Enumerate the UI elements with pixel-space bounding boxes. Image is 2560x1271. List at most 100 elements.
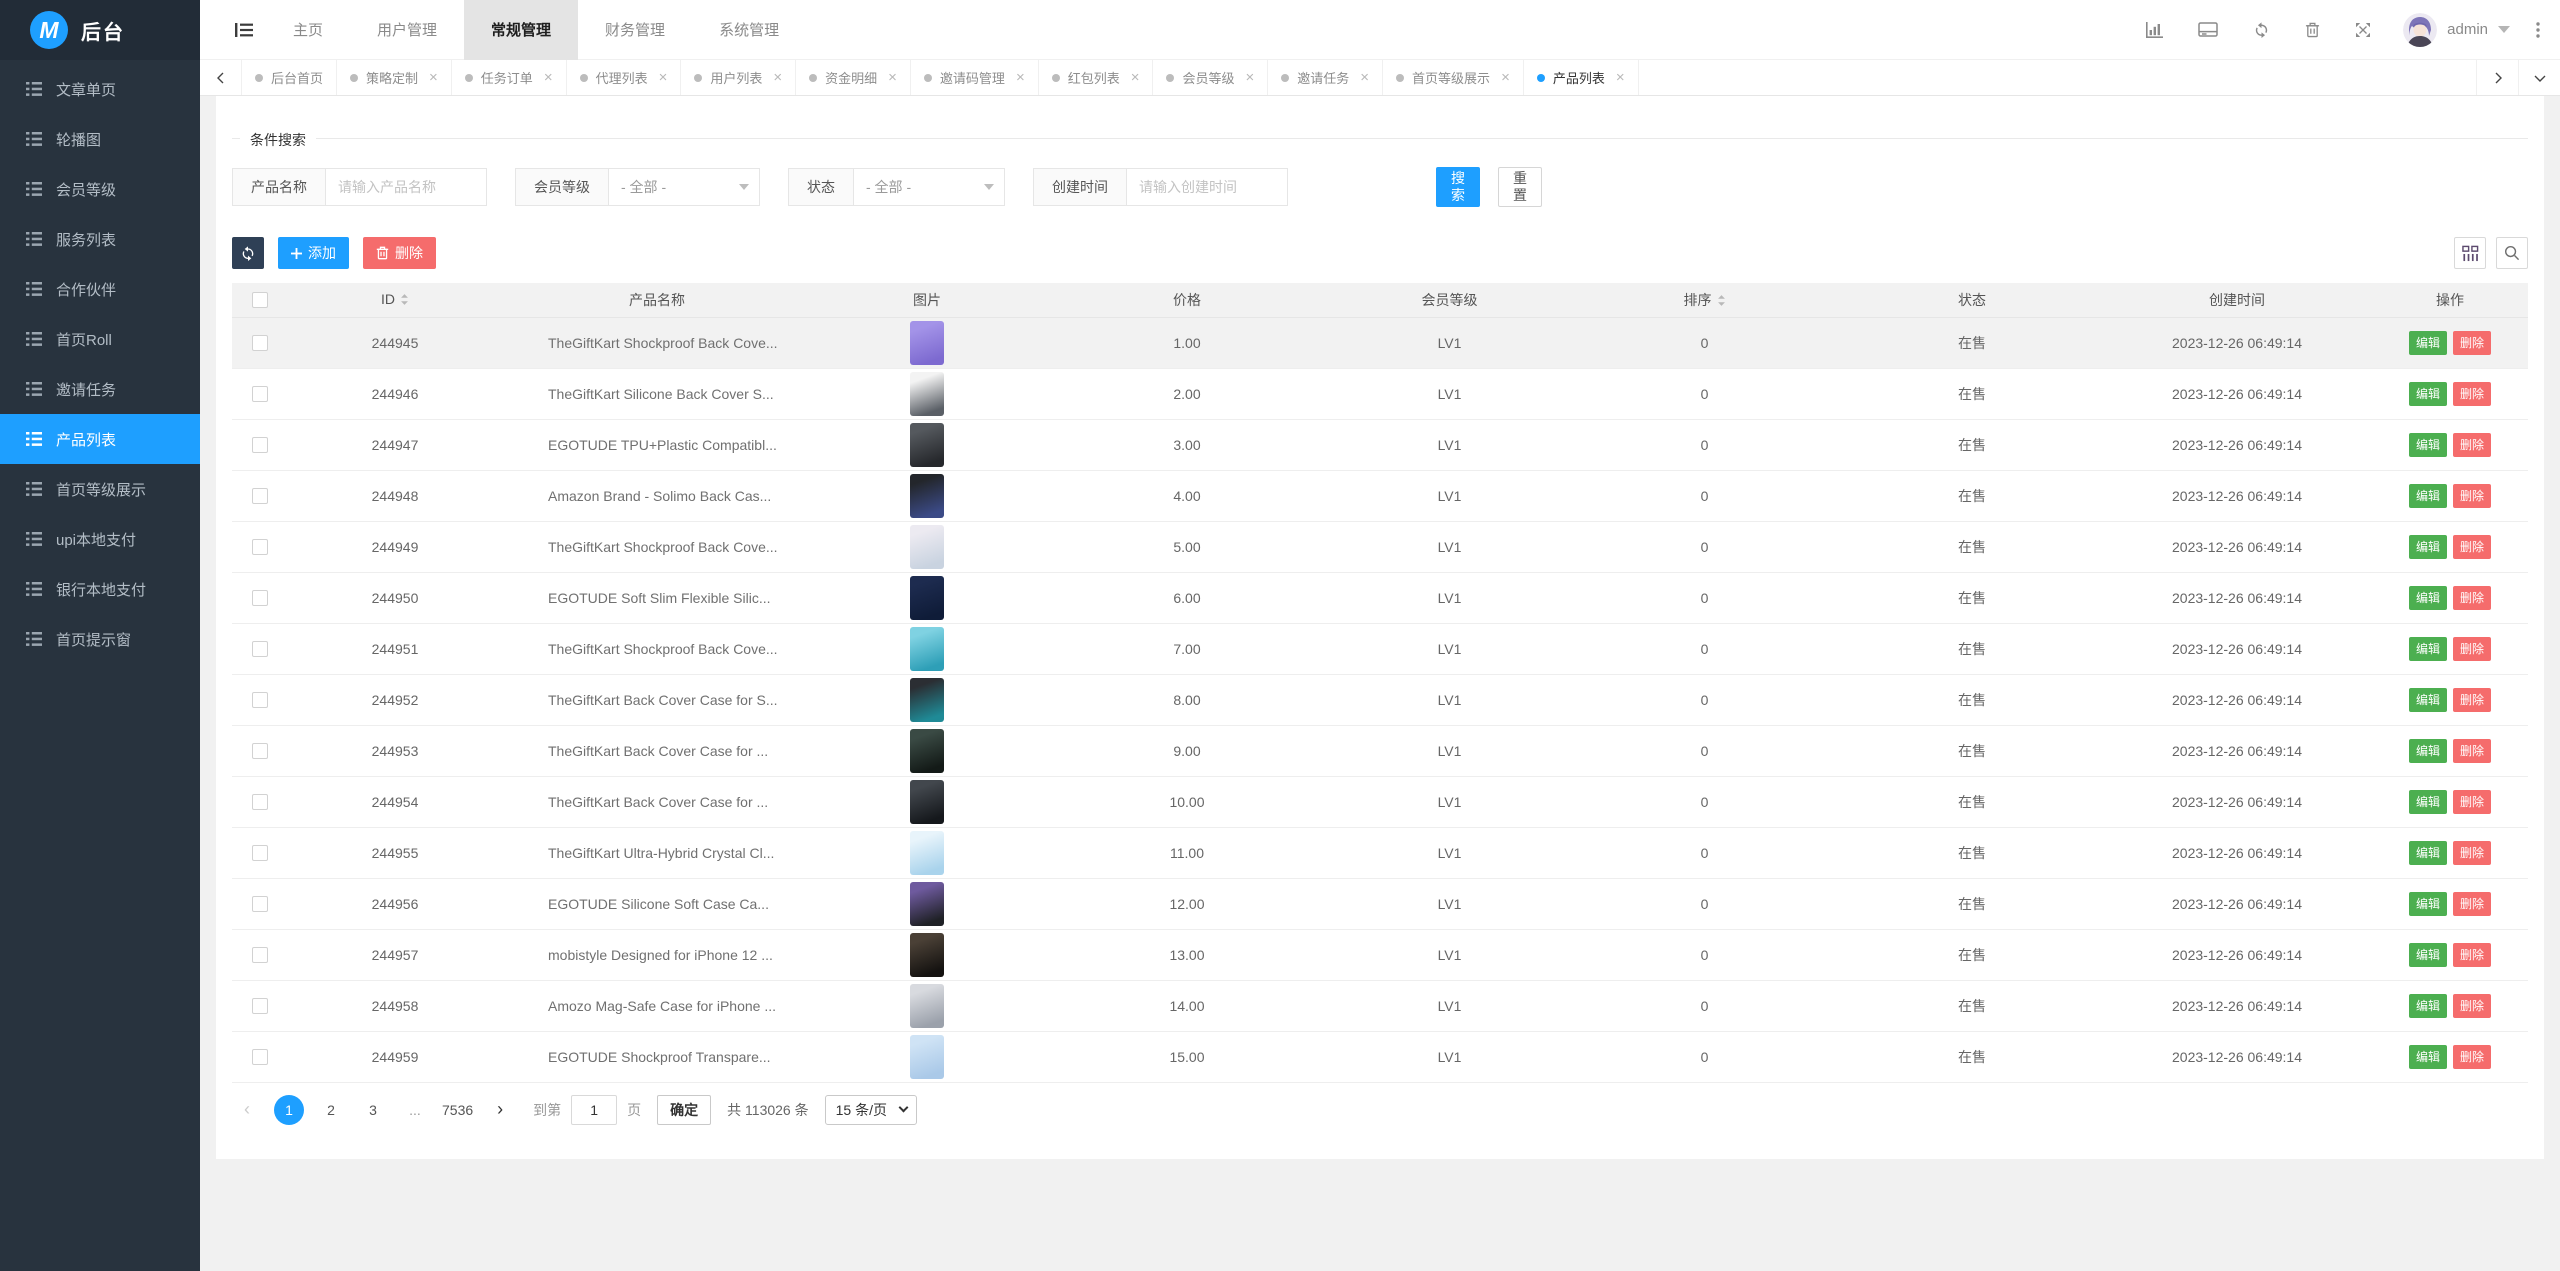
tabs-dropdown-icon[interactable]: [2518, 60, 2560, 95]
product-thumbnail[interactable]: [910, 780, 944, 824]
row-checkbox[interactable]: [252, 539, 268, 555]
row-checkbox[interactable]: [252, 845, 268, 861]
delete-button[interactable]: 删除: [2453, 994, 2491, 1018]
row-checkbox[interactable]: [252, 590, 268, 606]
topnav-item[interactable]: 用户管理: [350, 0, 464, 60]
delete-button[interactable]: 删除: [2453, 637, 2491, 661]
product-thumbnail[interactable]: [910, 1035, 944, 1079]
product-thumbnail[interactable]: [910, 525, 944, 569]
edit-button[interactable]: 编辑: [2409, 1045, 2447, 1069]
column-header-id[interactable]: ID: [288, 283, 502, 317]
sidebar-item[interactable]: 首页等级展示: [0, 464, 200, 514]
page-button[interactable]: 7536: [442, 1095, 473, 1125]
tab-close-icon[interactable]: ×: [888, 70, 897, 85]
delete-button[interactable]: 删除: [2453, 433, 2491, 457]
jump-page-input[interactable]: [571, 1095, 617, 1125]
tab-代理列表[interactable]: 代理列表×: [567, 60, 682, 95]
topnav-item[interactable]: 财务管理: [578, 0, 692, 60]
delete-button[interactable]: 删除: [2453, 1045, 2491, 1069]
tab-close-icon[interactable]: ×: [659, 70, 668, 85]
select-all-checkbox[interactable]: [252, 292, 268, 308]
collapse-sidebar-icon[interactable]: [222, 0, 266, 60]
sidebar-item[interactable]: upi本地支付: [0, 514, 200, 564]
tab-用户列表[interactable]: 用户列表×: [681, 60, 796, 95]
product-thumbnail[interactable]: [910, 831, 944, 875]
delete-button[interactable]: 删除: [2453, 382, 2491, 406]
kebab-menu-icon[interactable]: [2536, 22, 2540, 38]
delete-button[interactable]: 删除: [2453, 943, 2491, 967]
page-button[interactable]: 1: [274, 1095, 304, 1125]
delete-button[interactable]: 删除: [2453, 739, 2491, 763]
row-checkbox[interactable]: [252, 998, 268, 1014]
columns-toggle-button[interactable]: [2454, 237, 2486, 269]
tab-资金明细[interactable]: 资金明细×: [796, 60, 911, 95]
edit-button[interactable]: 编辑: [2409, 637, 2447, 661]
row-checkbox[interactable]: [252, 692, 268, 708]
product-thumbnail[interactable]: [910, 627, 944, 671]
tab-close-icon[interactable]: ×: [1360, 70, 1369, 85]
tab-红包列表[interactable]: 红包列表×: [1039, 60, 1154, 95]
prev-page-button[interactable]: ‹: [232, 1095, 262, 1125]
row-checkbox[interactable]: [252, 437, 268, 453]
row-checkbox[interactable]: [252, 386, 268, 402]
tab-close-icon[interactable]: ×: [544, 70, 553, 85]
product-thumbnail[interactable]: [910, 576, 944, 620]
delete-button[interactable]: 删除: [2453, 841, 2491, 865]
delete-selected-button[interactable]: 删除: [363, 237, 436, 269]
tab-任务订单[interactable]: 任务订单×: [452, 60, 567, 95]
sidebar-item[interactable]: 文章单页: [0, 64, 200, 114]
edit-button[interactable]: 编辑: [2409, 535, 2447, 559]
sidebar-item[interactable]: 合作伙伴: [0, 264, 200, 314]
tab-close-icon[interactable]: ×: [1616, 70, 1625, 85]
page-size-select[interactable]: 15 条/页: [825, 1095, 917, 1125]
refresh-button[interactable]: [232, 237, 264, 269]
tab-close-icon[interactable]: ×: [1246, 70, 1255, 85]
fullscreen-icon[interactable]: [2355, 22, 2371, 38]
sidebar-item[interactable]: 轮播图: [0, 114, 200, 164]
product-thumbnail[interactable]: [910, 474, 944, 518]
next-page-button[interactable]: ›: [485, 1095, 515, 1125]
tab-会员等级[interactable]: 会员等级×: [1153, 60, 1268, 95]
table-search-button[interactable]: [2496, 237, 2528, 269]
sort-icon[interactable]: [400, 293, 409, 309]
edit-button[interactable]: 编辑: [2409, 433, 2447, 457]
tabs-scroll-right-icon[interactable]: [2476, 60, 2518, 95]
jump-confirm-button[interactable]: 确定: [657, 1095, 711, 1125]
edit-button[interactable]: 编辑: [2409, 892, 2447, 916]
product-thumbnail[interactable]: [910, 678, 944, 722]
sidebar-item[interactable]: 服务列表: [0, 214, 200, 264]
page-button[interactable]: 2: [316, 1095, 346, 1125]
row-checkbox[interactable]: [252, 743, 268, 759]
delete-button[interactable]: 删除: [2453, 331, 2491, 355]
row-checkbox[interactable]: [252, 896, 268, 912]
edit-button[interactable]: 编辑: [2409, 484, 2447, 508]
tab-首页等级展示[interactable]: 首页等级展示×: [1383, 60, 1524, 95]
tab-close-icon[interactable]: ×: [1501, 70, 1510, 85]
search-field-select[interactable]: - 全部 -: [853, 168, 1005, 206]
topnav-item[interactable]: 主页: [266, 0, 350, 60]
stats-icon[interactable]: [2145, 22, 2163, 38]
page-button[interactable]: 3: [358, 1095, 388, 1125]
sort-icon[interactable]: [1717, 294, 1726, 310]
sidebar-item[interactable]: 产品列表: [0, 414, 200, 464]
column-header-sort[interactable]: 排序: [1567, 283, 1842, 317]
tab-邀请码管理[interactable]: 邀请码管理×: [911, 60, 1039, 95]
tab-close-icon[interactable]: ×: [1016, 70, 1025, 85]
user-menu[interactable]: admin: [2403, 13, 2510, 47]
edit-button[interactable]: 编辑: [2409, 994, 2447, 1018]
product-thumbnail[interactable]: [910, 321, 944, 365]
add-button[interactable]: 添加: [278, 237, 349, 269]
topnav-item[interactable]: 系统管理: [692, 0, 806, 60]
tab-产品列表[interactable]: 产品列表×: [1524, 60, 1639, 95]
delete-button[interactable]: 删除: [2453, 892, 2491, 916]
edit-button[interactable]: 编辑: [2409, 331, 2447, 355]
delete-button[interactable]: 删除: [2453, 484, 2491, 508]
product-thumbnail[interactable]: [910, 933, 944, 977]
delete-button[interactable]: 删除: [2453, 688, 2491, 712]
search-field-input[interactable]: [325, 168, 487, 206]
sidebar-item[interactable]: 邀请任务: [0, 364, 200, 414]
product-thumbnail[interactable]: [910, 423, 944, 467]
refresh-icon[interactable]: [2253, 21, 2270, 38]
product-thumbnail[interactable]: [910, 729, 944, 773]
tab-close-icon[interactable]: ×: [1131, 70, 1140, 85]
